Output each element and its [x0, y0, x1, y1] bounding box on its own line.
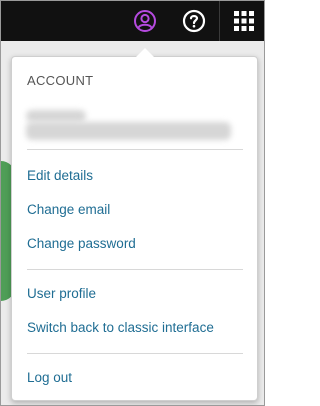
topbar-divider [219, 1, 220, 41]
account-icon [134, 10, 156, 32]
edit-details-link[interactable]: Edit details [27, 168, 93, 183]
change-email-link[interactable]: Change email [27, 202, 110, 217]
top-bar [1, 1, 264, 41]
account-dropdown-menu: ACCOUNT Edit details Change email Change… [11, 56, 258, 401]
redacted-user-name [26, 110, 86, 122]
section-title: ACCOUNT [27, 73, 94, 88]
account-button[interactable] [131, 7, 159, 35]
dropdown-caret [136, 48, 154, 57]
apps-grid-icon [234, 11, 254, 31]
classic-interface-link[interactable]: Switch back to classic interface [27, 320, 214, 335]
menu-separator [27, 269, 243, 270]
menu-separator [27, 149, 243, 150]
redacted-user-email [26, 122, 231, 140]
change-password-link[interactable]: Change password [27, 236, 136, 251]
menu-separator [27, 353, 243, 354]
help-button[interactable] [180, 7, 208, 35]
user-profile-link[interactable]: User profile [27, 286, 96, 301]
log-out-link[interactable]: Log out [27, 370, 72, 385]
help-icon [182, 9, 206, 33]
apps-button[interactable] [230, 7, 258, 35]
app-frame: ACCOUNT Edit details Change email Change… [0, 0, 265, 406]
